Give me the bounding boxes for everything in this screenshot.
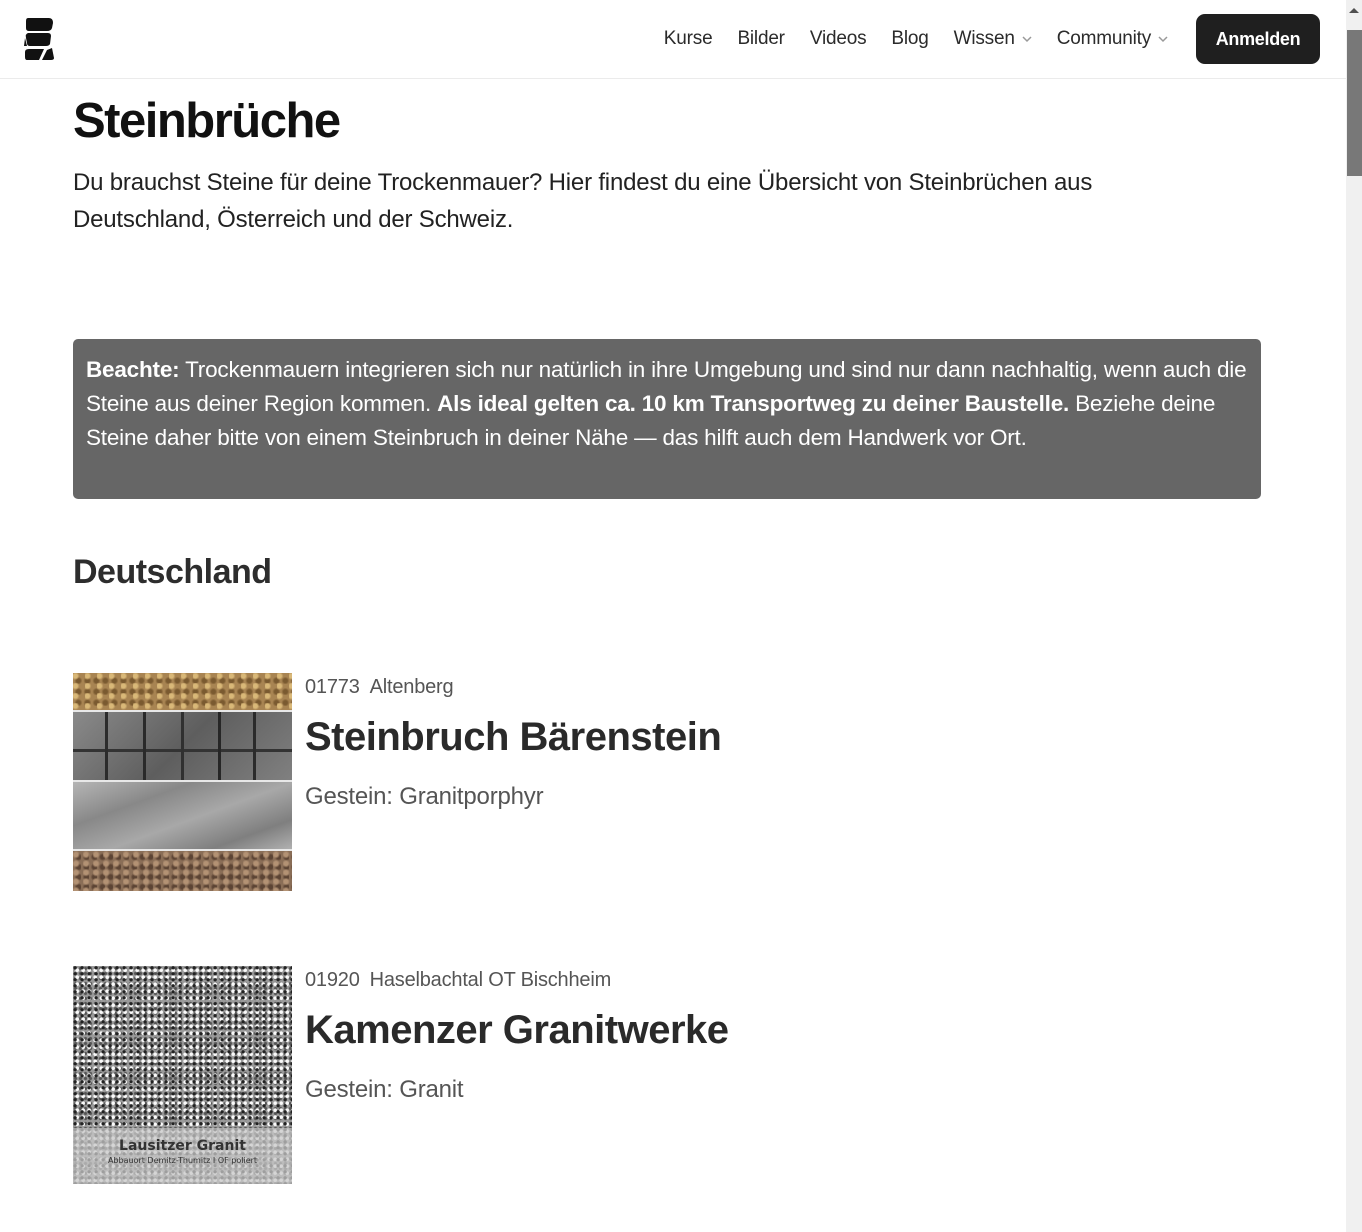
site-header: Kurse Bilder Videos Blog Wissen Communit… bbox=[0, 0, 1346, 79]
nav-label: Community bbox=[1056, 28, 1151, 49]
scroll-up-arrow-icon[interactable] bbox=[1349, 8, 1359, 13]
nav-community[interactable]: Community bbox=[1057, 28, 1168, 50]
quarry-location: 01920 Haselbachtal OT Bischheim bbox=[305, 969, 611, 992]
quarry-rock-type: Gestein: Granit bbox=[305, 1076, 464, 1103]
postal-code: 01920 bbox=[305, 969, 360, 991]
postal-code: 01773 bbox=[305, 676, 360, 698]
nav-label: Bilder bbox=[737, 28, 785, 49]
quarry-image[interactable] bbox=[73, 673, 292, 891]
nav-label: Videos bbox=[809, 28, 867, 49]
page-intro: Du brauchst Steine für deine Trockenmaue… bbox=[73, 169, 1093, 233]
scrollbar-thumb[interactable] bbox=[1347, 30, 1362, 176]
nav-videos[interactable]: Videos bbox=[810, 28, 867, 50]
quarry-image[interactable]: Lausitzer Granit Abbauort Demitz-Thumitz… bbox=[73, 966, 292, 1184]
stone-strip bbox=[73, 782, 292, 849]
chevron-down-icon bbox=[1158, 36, 1168, 43]
quarry-rock-type: Gestein: Granitporphyr bbox=[305, 783, 544, 810]
quarry-list-item[interactable]: Lausitzer Granit Abbauort Demitz-Thumitz… bbox=[73, 966, 973, 1186]
nav-label: Blog bbox=[891, 28, 929, 49]
page-scrollbar[interactable] bbox=[1346, 0, 1362, 1232]
stone-strip bbox=[73, 712, 292, 780]
image-caption-sub: Abbauort Demitz-Thumitz I OF poliert bbox=[107, 1156, 258, 1165]
section-title-deutschland: Deutschland bbox=[73, 553, 272, 591]
nav-label: Kurse bbox=[663, 28, 713, 49]
notice-lead: Beachte: bbox=[86, 357, 180, 382]
city: Haselbachtal OT Bischheim bbox=[369, 969, 612, 991]
page-title: Steinbrüche bbox=[73, 94, 341, 148]
image-caption-title: Lausitzer Granit bbox=[119, 1138, 246, 1154]
nav-bilder[interactable]: Bilder bbox=[737, 28, 785, 50]
notice-box: Beachte: Trockenmauern integrieren sich … bbox=[73, 339, 1261, 499]
city: Altenberg bbox=[369, 676, 454, 698]
notice-highlight: Als ideal gelten ca. 10 km Transportweg … bbox=[437, 391, 1070, 416]
quarry-list-item[interactable]: 01773 Altenberg Steinbruch Bärenstein Ges… bbox=[73, 673, 973, 893]
nav-label: Wissen bbox=[953, 28, 1015, 49]
main-nav: Kurse Bilder Videos Blog Wissen Communit… bbox=[664, 14, 1320, 64]
login-button[interactable]: Anmelden bbox=[1196, 14, 1320, 64]
stone-strip bbox=[73, 673, 292, 710]
quarry-name[interactable]: Steinbruch Bärenstein bbox=[305, 715, 722, 760]
stone-strip bbox=[73, 851, 292, 891]
chevron-down-icon bbox=[1022, 36, 1032, 43]
image-caption: Lausitzer Granit Abbauort Demitz-Thumitz… bbox=[73, 1128, 292, 1184]
nav-kurse[interactable]: Kurse bbox=[664, 28, 713, 50]
quarry-name[interactable]: Kamenzer Granitwerke bbox=[305, 1008, 729, 1053]
stacked-stones-logo-icon[interactable] bbox=[24, 16, 56, 62]
nav-wissen[interactable]: Wissen bbox=[954, 28, 1032, 50]
quarry-location: 01773 Altenberg bbox=[305, 676, 454, 699]
nav-blog[interactable]: Blog bbox=[891, 28, 928, 50]
